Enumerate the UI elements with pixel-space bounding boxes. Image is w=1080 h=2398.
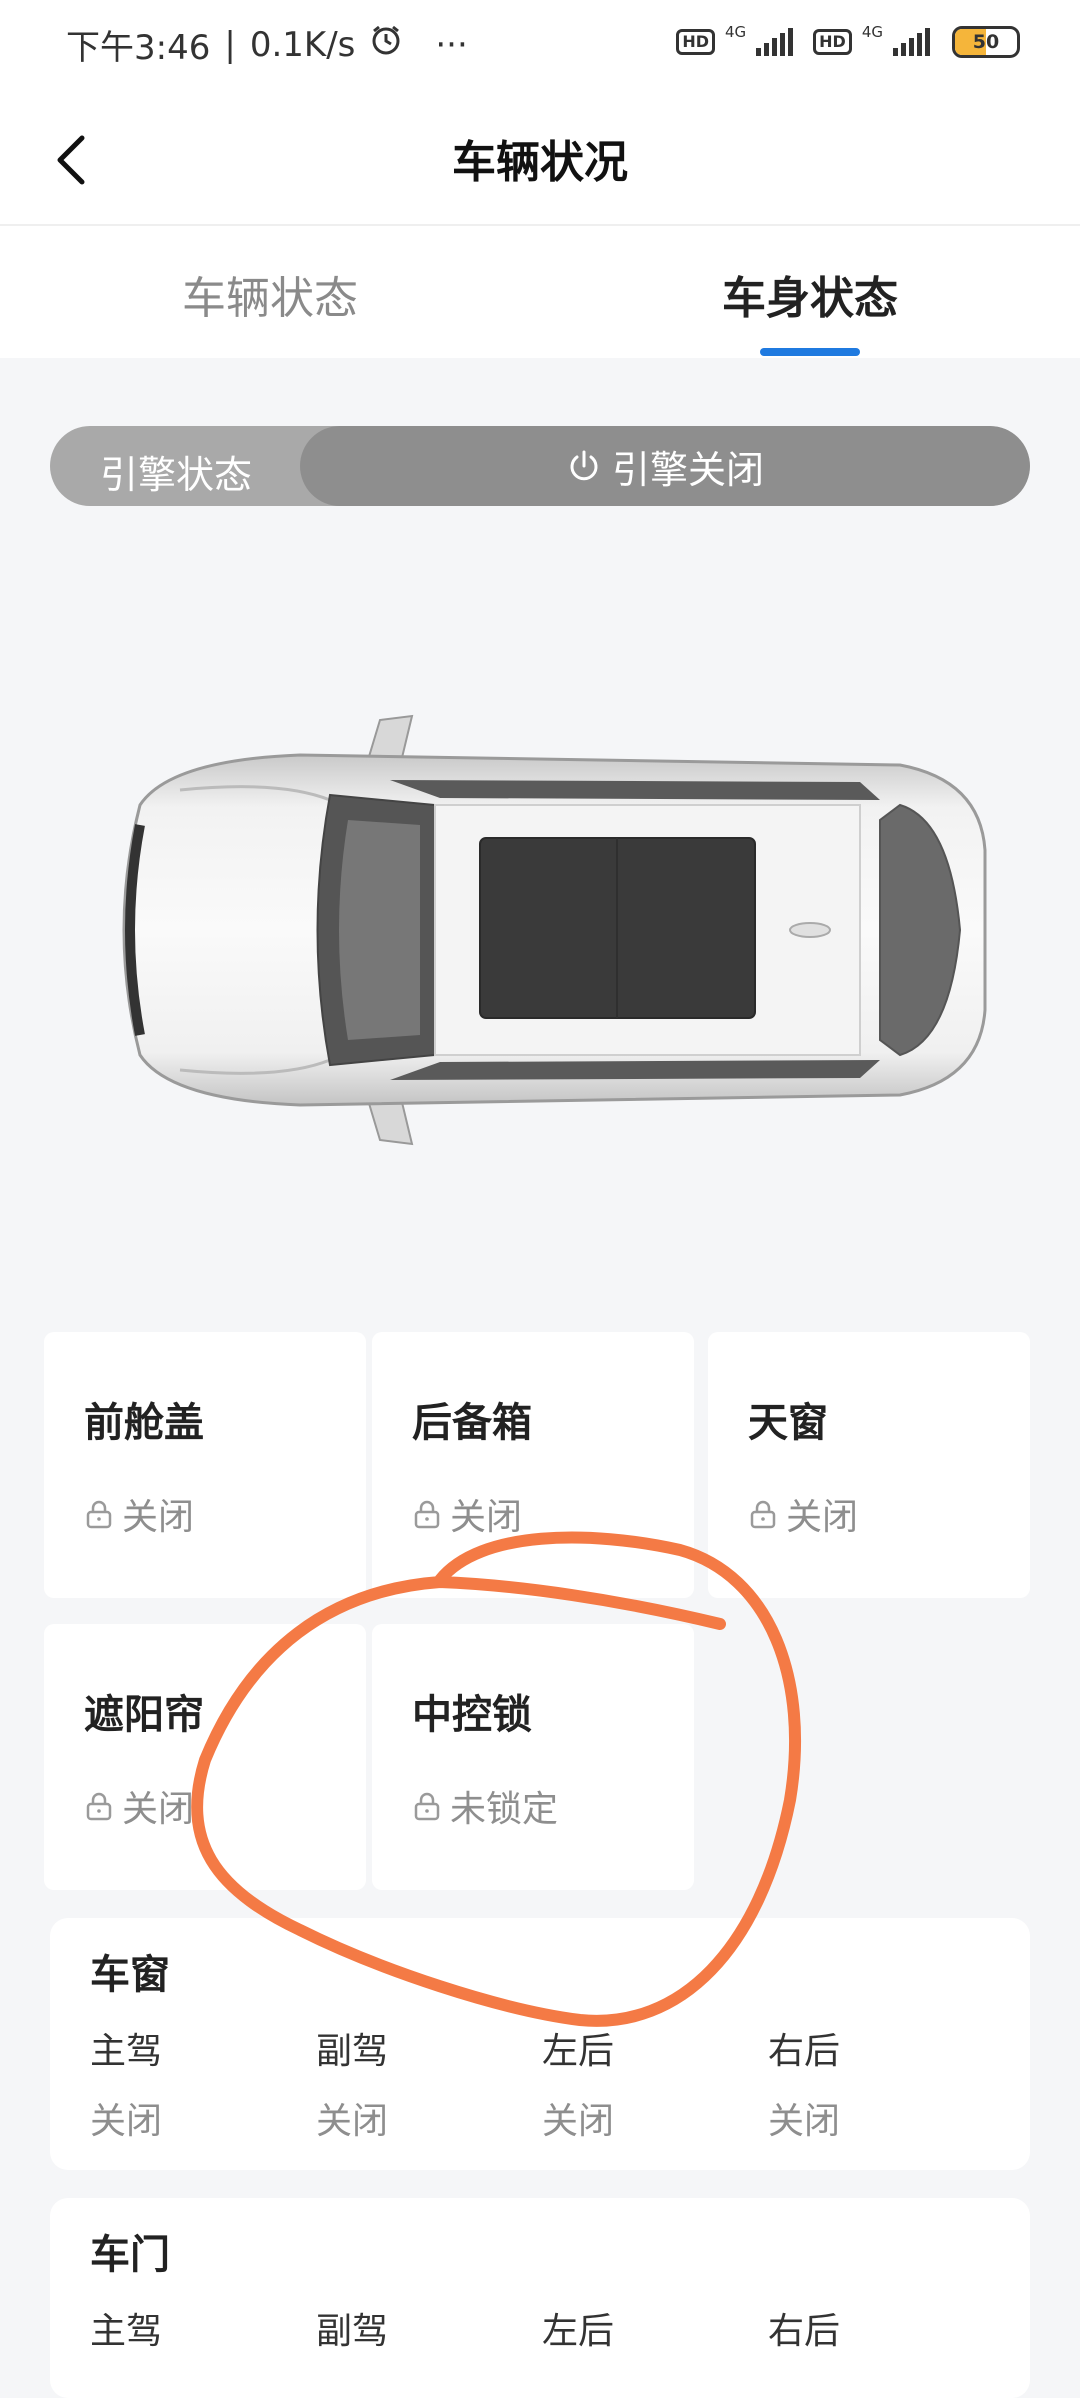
card-name: 前舱盖: [84, 1400, 204, 1446]
door-label: 副驾: [316, 2311, 389, 2352]
card-name: 天窗: [748, 1400, 828, 1446]
battery-icon: 50: [952, 26, 1020, 58]
lock-icon: [414, 1500, 440, 1529]
card-status: 未锁定: [412, 1780, 558, 1832]
status-left: 下午3:46 | 0.1K/s ···: [66, 20, 468, 69]
car-top-view-image: [122, 714, 987, 1146]
network-type: 4G: [861, 23, 883, 41]
card-status-text: 关闭: [786, 1497, 859, 1538]
status-speed: 0.1K/s: [249, 24, 356, 65]
status-card-central-lock: 中控锁 未锁定: [372, 1624, 694, 1890]
windows-panel: 车窗 主驾 关闭 副驾 关闭 左后 关闭 右后 关闭: [50, 1918, 1030, 2170]
lock-icon: [414, 1792, 440, 1821]
engine-state-text: 引擎关闭: [611, 447, 764, 492]
battery-level: 50: [972, 31, 1000, 53]
lock-icon: [750, 1500, 776, 1529]
window-passenger: 副驾 关闭: [316, 2022, 516, 2144]
page-title: 车辆状况: [452, 137, 628, 188]
door-label: 主驾: [90, 2311, 163, 2352]
tab-vehicle-status[interactable]: 车辆状态: [0, 262, 540, 326]
card-status-text: 关闭: [122, 1497, 195, 1538]
status-card-front-hood: 前舱盖 关闭: [44, 1332, 366, 1598]
card-status: 关闭: [412, 1488, 522, 1540]
window-label: 左后: [542, 2031, 615, 2072]
window-rear-left: 左后 关闭: [542, 2022, 742, 2144]
signal-icon: [893, 28, 930, 56]
door-driver: 主驾: [90, 2302, 290, 2354]
active-tab-indicator: [760, 348, 860, 356]
door-passenger: 副驾: [316, 2302, 516, 2354]
card-status-text: 关闭: [450, 1497, 523, 1538]
lock-icon: [86, 1792, 112, 1821]
card-status-text: 关闭: [122, 1789, 195, 1830]
window-label: 右后: [768, 2031, 841, 2072]
tab-bar: 车辆状态 车身状态: [0, 226, 1080, 358]
hd-badge: HD: [676, 29, 715, 55]
window-value: 关闭: [542, 2101, 615, 2142]
windows-title: 车窗: [90, 1952, 170, 1998]
window-label: 副驾: [316, 2031, 389, 2072]
window-driver: 主驾 关闭: [90, 2022, 290, 2144]
window-value: 关闭: [316, 2101, 389, 2142]
window-label: 主驾: [90, 2031, 163, 2072]
lock-icon: [86, 1500, 112, 1529]
card-status-text: 未锁定: [450, 1789, 559, 1830]
status-card-sunshade: 遮阳帘 关闭: [44, 1624, 366, 1890]
card-name: 后备箱: [412, 1400, 532, 1446]
card-name: 中控锁: [412, 1692, 532, 1738]
door-label: 右后: [768, 2311, 841, 2352]
window-rear-right: 右后 关闭: [768, 2022, 968, 2144]
power-icon: [570, 450, 598, 481]
status-time: 下午3:46: [66, 28, 211, 68]
card-name: 遮阳帘: [84, 1692, 204, 1738]
hd-badge: HD: [813, 29, 852, 55]
engine-status-label: 引擎状态: [100, 453, 253, 497]
status-more: ···: [435, 24, 468, 65]
doors-panel: 车门 主驾 副驾 左后 右后: [50, 2198, 1030, 2398]
status-card-sunroof: 天窗 关闭: [708, 1332, 1030, 1598]
engine-status-bar: 引擎状态 引擎关闭: [50, 426, 1030, 506]
window-value: 关闭: [768, 2101, 841, 2142]
door-rear-right: 右后: [768, 2302, 968, 2354]
engine-state: 引擎关闭: [300, 426, 1030, 506]
card-status: 关闭: [84, 1488, 194, 1540]
door-rear-left: 左后: [542, 2302, 742, 2354]
doors-title: 车门: [90, 2232, 170, 2278]
network-type: 4G: [724, 23, 747, 41]
status-bar: 下午3:46 | 0.1K/s ··· HD 4G HD 4G 50: [0, 0, 1080, 88]
card-status: 关闭: [748, 1488, 858, 1540]
status-card-trunk: 后备箱 关闭: [372, 1332, 694, 1598]
signal-icon: [756, 28, 794, 56]
alarm-icon: [369, 23, 403, 66]
app-header: 车辆状况: [0, 88, 1080, 226]
card-status: 关闭: [84, 1780, 194, 1832]
door-label: 左后: [542, 2311, 615, 2352]
status-separator: |: [224, 24, 236, 65]
window-value: 关闭: [90, 2101, 163, 2142]
status-right: HD 4G HD 4G 50: [676, 23, 1020, 58]
tab-body-status[interactable]: 车身状态: [540, 262, 1080, 326]
